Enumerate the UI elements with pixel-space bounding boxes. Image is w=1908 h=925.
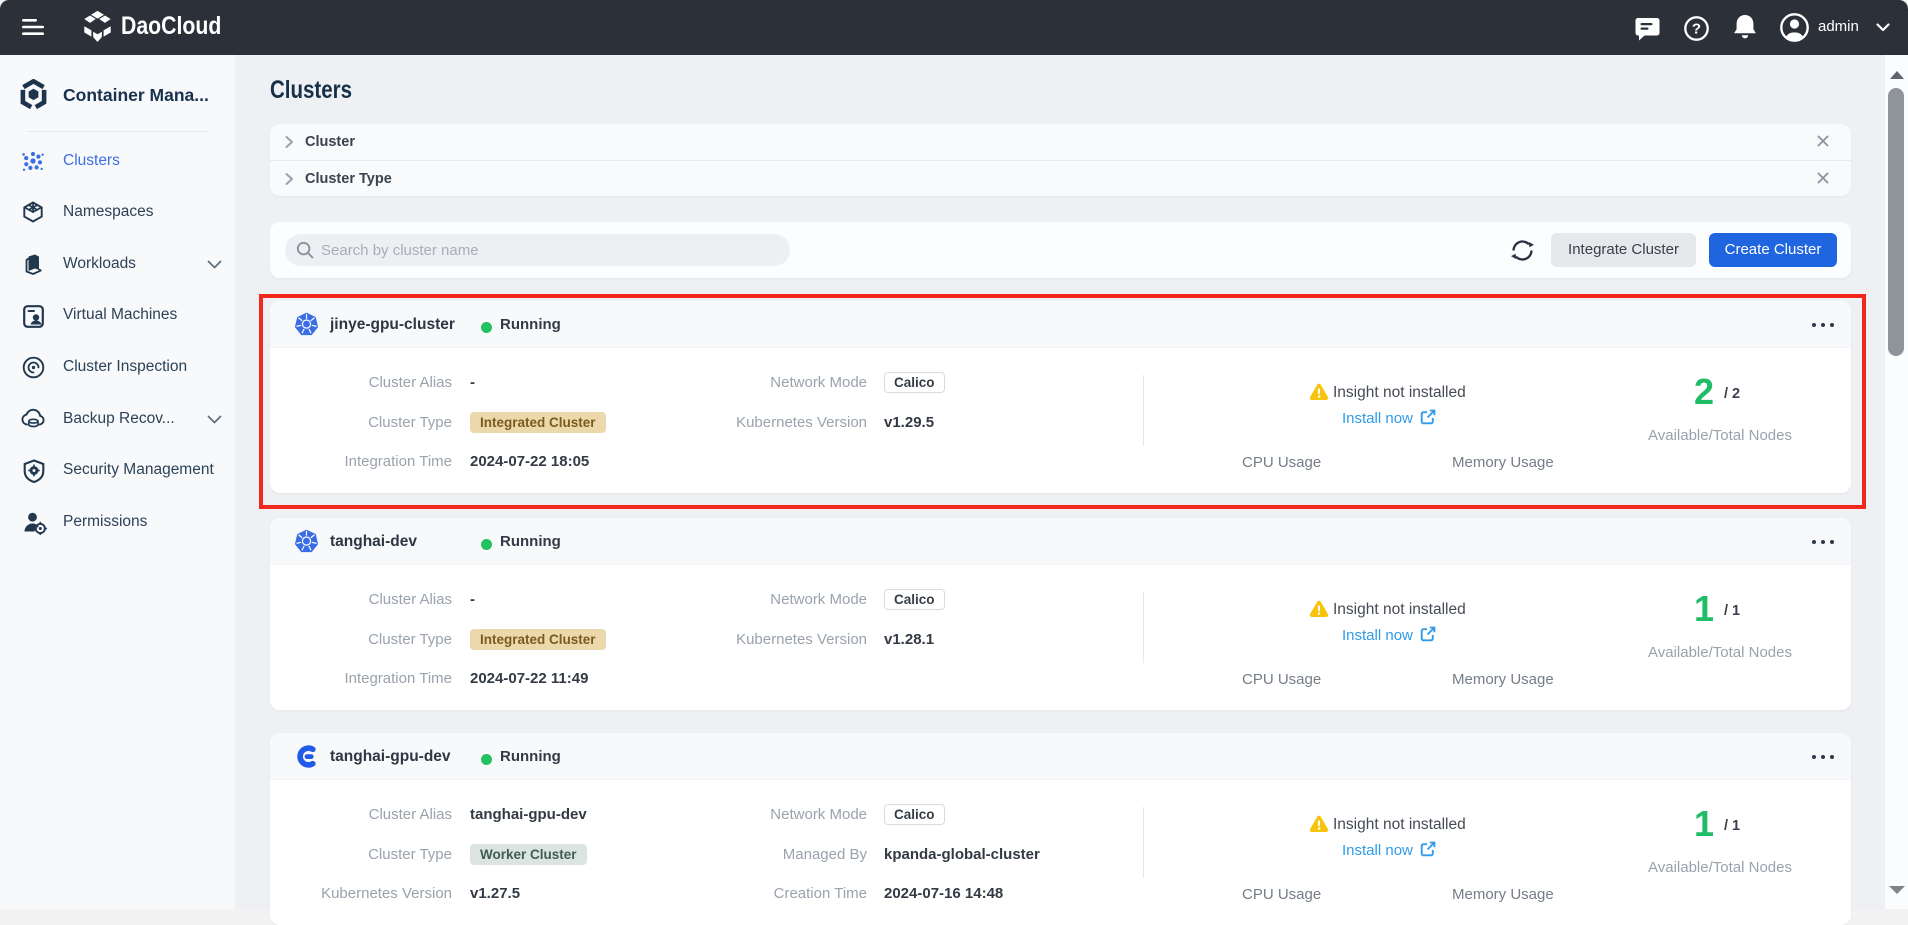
svg-text:?: ? (1692, 21, 1701, 38)
